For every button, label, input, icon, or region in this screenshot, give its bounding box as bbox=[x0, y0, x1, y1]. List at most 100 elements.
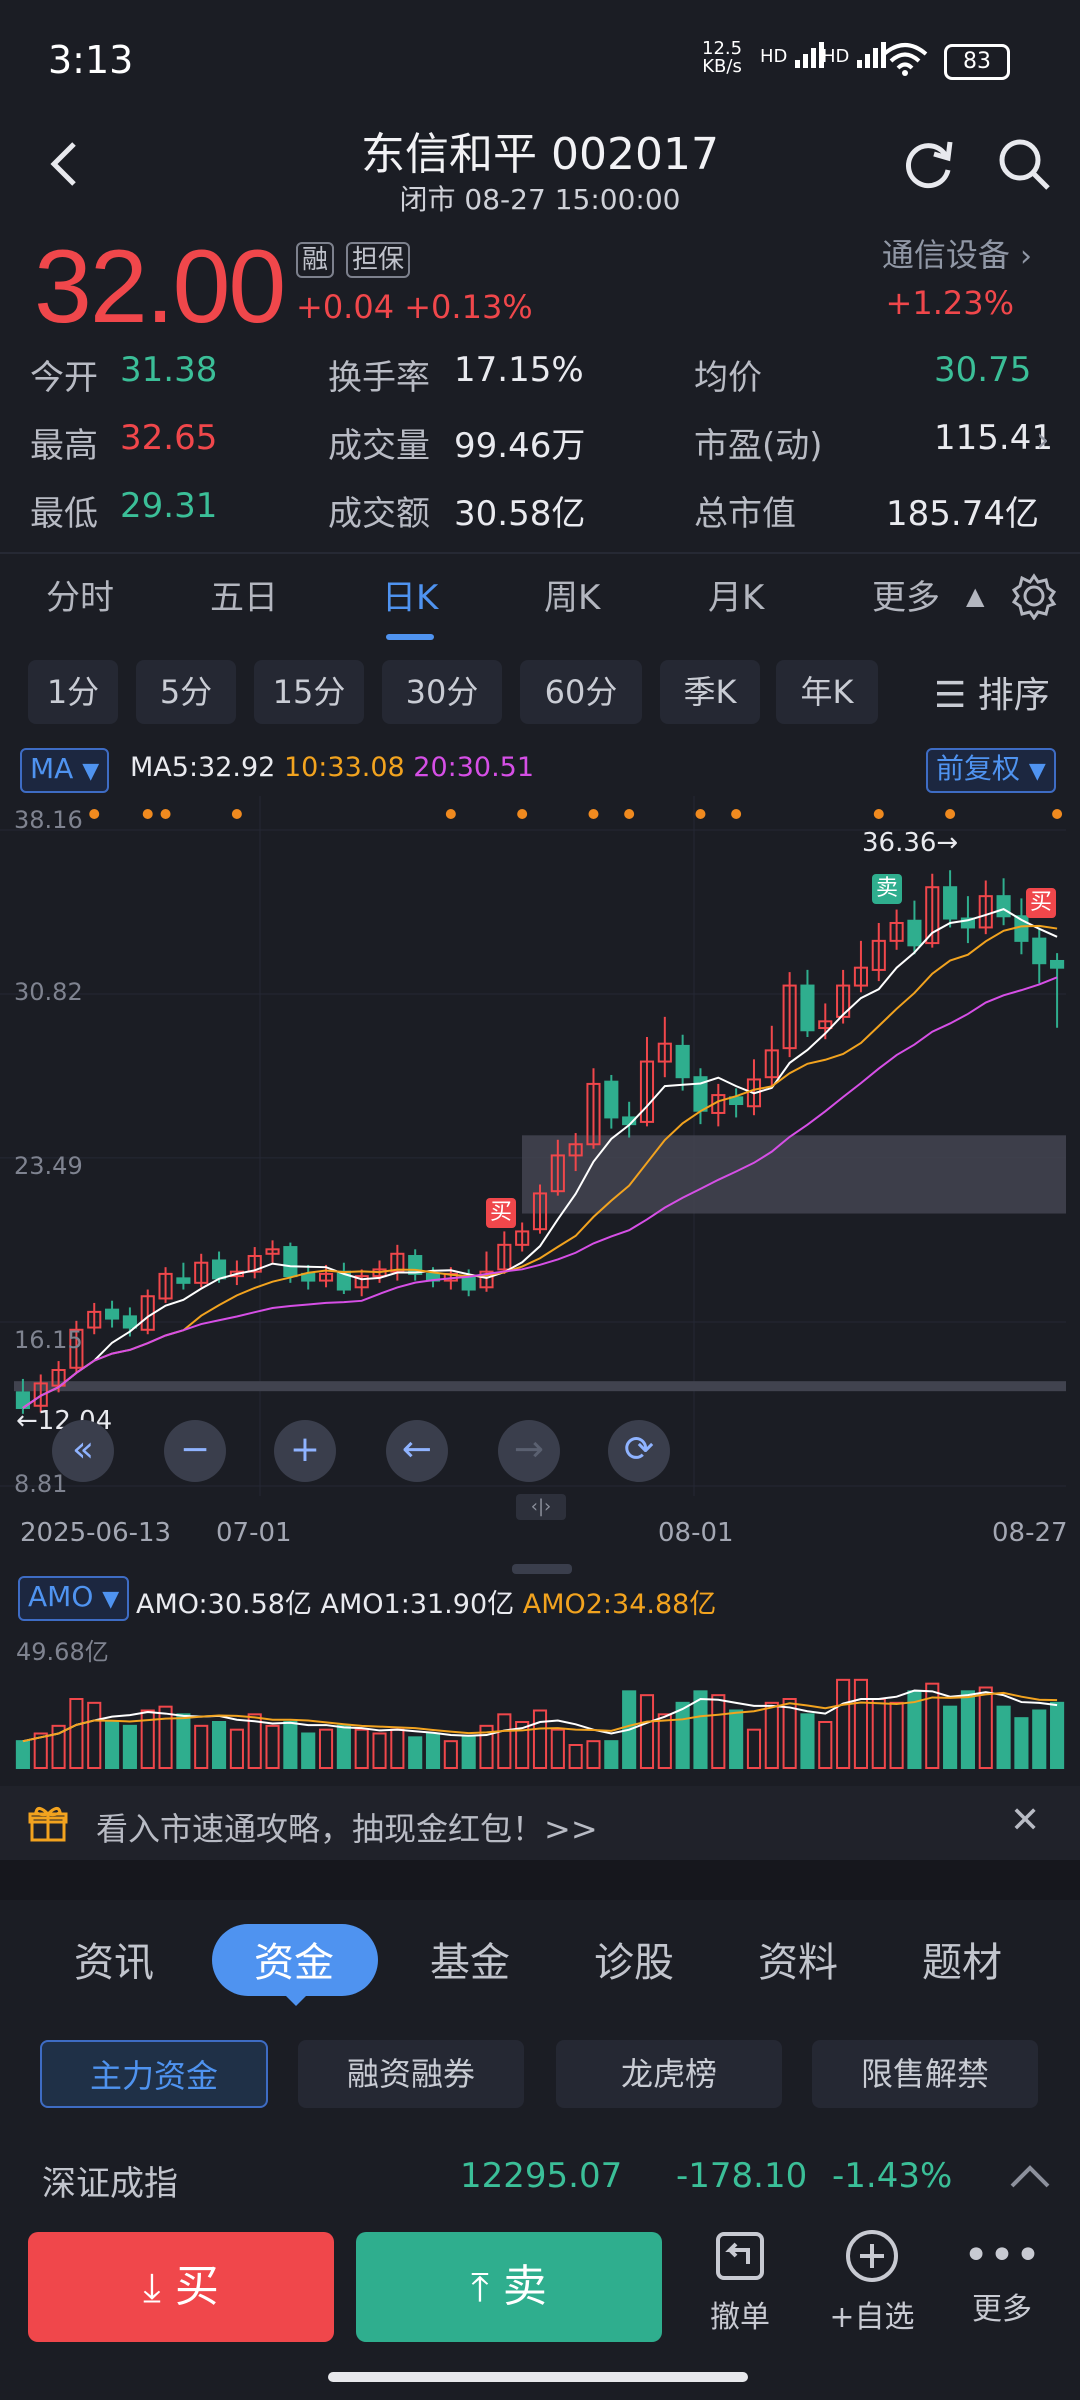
gear-icon[interactable] bbox=[1010, 572, 1058, 624]
period-60min[interactable]: 60分 bbox=[520, 660, 642, 724]
chevron-up-icon[interactable] bbox=[1008, 2156, 1052, 2200]
tab-profile[interactable]: 资料 bbox=[758, 1930, 838, 1988]
volume-bar bbox=[657, 1713, 672, 1770]
buy-arrow-icon: ⤓ bbox=[143, 2265, 161, 2311]
volume-bar bbox=[639, 1694, 655, 1770]
signal-dot bbox=[231, 809, 242, 819]
tab-theme[interactable]: 题材 bbox=[922, 1930, 1002, 1988]
cancel-label: 撤单 bbox=[710, 2300, 770, 2335]
zoom-in-icon[interactable]: + bbox=[274, 1420, 336, 1482]
sell-button[interactable]: ⤒ 卖 bbox=[356, 2232, 662, 2342]
signal-dot bbox=[588, 809, 599, 819]
sub-margin[interactable]: 融资融券 bbox=[298, 2040, 524, 2108]
stat-label: 总市值 bbox=[694, 494, 796, 534]
triangle-up-icon[interactable]: ▲ bbox=[966, 582, 984, 610]
split-handle[interactable] bbox=[512, 1564, 572, 1574]
signal-dots bbox=[89, 809, 1063, 819]
signal-dot bbox=[160, 809, 171, 819]
volume-bar bbox=[711, 1694, 726, 1770]
stat-label: 今开 bbox=[30, 358, 98, 398]
drag-handle-icon[interactable]: ‹|› bbox=[516, 1494, 566, 1520]
index-ticker[interactable]: 深证成指 12295.07 -178.10 -1.43% bbox=[0, 2138, 1080, 2218]
volume-bar bbox=[550, 1728, 565, 1769]
add-label: +自选 bbox=[829, 2300, 915, 2335]
support-band bbox=[14, 1381, 1066, 1392]
tab-monthly-k[interactable]: 月K bbox=[708, 570, 764, 619]
tab-daily-k[interactable]: 日K bbox=[382, 570, 438, 619]
sector-link[interactable]: 通信设备 › bbox=[882, 230, 1032, 276]
volume-bar bbox=[301, 1732, 316, 1769]
refresh-icon[interactable] bbox=[900, 134, 960, 194]
volume-bar bbox=[800, 1713, 815, 1770]
sub-unlock[interactable]: 限售解禁 bbox=[812, 2040, 1038, 2108]
promo-banner[interactable]: 看入市速通攻略，抽现金红包！>> ✕ bbox=[0, 1786, 1080, 1860]
ma-indicator-select[interactable]: MA ▼ bbox=[20, 748, 110, 793]
amo-values: AMO:30.58亿 AMO1:31.90亿 AMO2:34.88亿 bbox=[136, 1582, 716, 1621]
gift-icon bbox=[28, 1804, 68, 1848]
high-label: 36.36→ bbox=[862, 828, 959, 858]
candlestick-chart[interactable] bbox=[0, 796, 1080, 1526]
undo-icon bbox=[716, 2232, 764, 2280]
signal-dot bbox=[517, 809, 528, 819]
tab-news[interactable]: 资讯 bbox=[74, 1930, 154, 1988]
arrow-right-icon[interactable]: → bbox=[498, 1420, 560, 1482]
sub-main-funds[interactable]: 主力资金 bbox=[40, 2040, 268, 2108]
tab-diagnosis[interactable]: 诊股 bbox=[594, 1930, 674, 1988]
volume-bar bbox=[443, 1740, 458, 1769]
stat-value: 30.58亿 bbox=[454, 494, 586, 534]
support-zone bbox=[14, 1135, 1066, 1392]
adjust-select[interactable]: 前复权 ▼ bbox=[926, 748, 1056, 793]
status-time: 3:13 bbox=[48, 38, 134, 82]
tab-five-day[interactable]: 五日 bbox=[210, 570, 278, 619]
sub-dragon-tiger[interactable]: 龙虎榜 bbox=[556, 2040, 782, 2108]
volume-bar bbox=[408, 1736, 423, 1770]
tab-intraday[interactable]: 分时 bbox=[46, 570, 114, 619]
zoom-out-icon[interactable]: − bbox=[164, 1420, 226, 1482]
search-icon[interactable] bbox=[994, 134, 1054, 194]
battery-icon: 83 bbox=[944, 44, 1010, 80]
stat-label: 最低 bbox=[30, 494, 98, 534]
volume-bar bbox=[764, 1701, 779, 1769]
period-1min[interactable]: 1分 bbox=[28, 660, 118, 724]
volume-chart[interactable] bbox=[0, 1640, 1080, 1770]
margin-badge: 融 bbox=[296, 242, 335, 278]
active-tab-indicator bbox=[386, 634, 434, 640]
signal-dot bbox=[89, 809, 100, 819]
price-change: +0.04 +0.13% bbox=[296, 288, 533, 326]
period-30min[interactable]: 30分 bbox=[382, 660, 502, 724]
volume-bar bbox=[853, 1678, 869, 1769]
period-15min[interactable]: 15分 bbox=[254, 660, 364, 724]
period-5min[interactable]: 5分 bbox=[136, 660, 236, 724]
y-tick: 30.82 bbox=[14, 978, 83, 1006]
rotate-icon[interactable]: ⟳ bbox=[608, 1420, 670, 1482]
x-tick: 07-01 bbox=[216, 1518, 292, 1548]
period-year[interactable]: 年K bbox=[776, 660, 878, 724]
candle-body bbox=[176, 1277, 191, 1284]
tab-funds-flow[interactable]: 资金 bbox=[254, 1930, 334, 1988]
stat-label: 换手率 bbox=[328, 358, 430, 398]
candle-body bbox=[907, 919, 922, 947]
chevron-right-icon[interactable]: › bbox=[1036, 420, 1050, 460]
more-button[interactable]: ••• 更多 bbox=[952, 2228, 1052, 2328]
period-quarter[interactable]: 季K bbox=[660, 660, 760, 724]
fast-rewind-icon[interactable]: « bbox=[52, 1420, 114, 1482]
arrow-left-icon[interactable]: ← bbox=[386, 1420, 448, 1482]
ma20-value: 20:30.51 bbox=[413, 752, 535, 783]
sort-button[interactable]: ☰ 排序 bbox=[934, 666, 1050, 718]
tab-more[interactable]: 更多 bbox=[872, 570, 940, 619]
candle-body bbox=[1050, 959, 1065, 969]
signal-dot bbox=[142, 809, 153, 819]
hd-label: HD bbox=[760, 46, 788, 67]
x-tick: 2025-06-13 bbox=[20, 1518, 172, 1548]
tab-weekly-k[interactable]: 周K bbox=[544, 570, 600, 619]
buy-button[interactable]: ⤓ 买 bbox=[28, 2232, 334, 2342]
stat-label: 市盈(动) bbox=[694, 426, 823, 466]
add-watchlist-button[interactable]: +自选 bbox=[822, 2228, 922, 2336]
more-label: 更多 bbox=[972, 2292, 1032, 2327]
close-icon[interactable]: ✕ bbox=[1010, 1800, 1040, 1841]
volume-bar bbox=[960, 1690, 975, 1769]
cancel-order-button[interactable]: 撤单 bbox=[690, 2228, 790, 2336]
volume-bar bbox=[15, 1740, 30, 1769]
amo-indicator-select[interactable]: AMO ▼ bbox=[18, 1576, 130, 1621]
tab-fund[interactable]: 基金 bbox=[430, 1930, 510, 1988]
